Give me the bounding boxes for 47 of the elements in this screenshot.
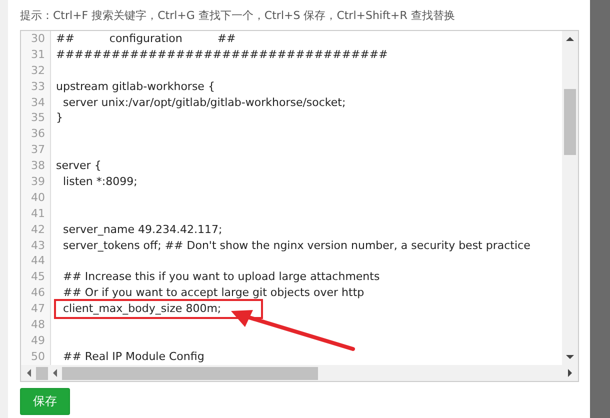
line-number: 48 (30, 317, 46, 333)
line-number: 47 (30, 301, 46, 318)
line-number: 32 (30, 62, 46, 79)
line-number: 49 (30, 332, 46, 349)
scroll-right-icon[interactable] (566, 368, 574, 378)
vertical-scrollbar[interactable] (562, 31, 578, 365)
horizontal-scrollbar[interactable] (21, 365, 578, 381)
scrollbar-thumb[interactable] (564, 89, 576, 155)
line-number: 44 (30, 253, 46, 270)
code-line: client_max_body_size 800m; (56, 301, 262, 318)
scrollbar-thumb[interactable] (36, 366, 48, 380)
line-number: 36 (30, 126, 46, 142)
line-number: 46 (30, 285, 46, 302)
scroll-left-icon[interactable] (51, 368, 59, 378)
line-number: 40 (30, 190, 46, 206)
line-number: 45 (30, 269, 46, 286)
line-number: 50 (30, 348, 46, 365)
line-number: 31 (30, 46, 46, 63)
code-line: server_name 49.234.42.117; (62, 222, 222, 238)
code-line: server unix:/var/opt/gitlab/gitlab-workhorse/socket; (62, 94, 346, 110)
hint-text: 提示：Ctrl+F 搜索关键字，Ctrl+G 查找下一个，Ctrl+S 保存，Ctrl+Shift+R 查找替换 (20, 8, 456, 24)
scrollbar-thumb[interactable] (62, 366, 318, 380)
line-number: 35 (30, 110, 46, 126)
line-number: 37 (30, 142, 46, 158)
line-number: 43 (30, 238, 46, 254)
line-number: 33 (30, 78, 46, 95)
code-line: server_tokens off; ## Don't show the nginx version number, a security best practice (62, 238, 530, 254)
scroll-down-icon[interactable] (565, 353, 575, 361)
line-number: 30 (30, 31, 46, 47)
line-number: 38 (30, 158, 46, 174)
code-line: server { (56, 158, 102, 174)
code-line: ## Or if you want to accept large git objects over http (62, 285, 364, 302)
code-line: ## Increase this if you want to upload large attachments (62, 269, 380, 286)
code-line: #################################### (56, 46, 388, 63)
line-number: 41 (30, 206, 46, 222)
scroll-left-icon[interactable] (25, 368, 33, 378)
scroll-up-icon[interactable] (565, 35, 575, 43)
code-line: listen *:8099; (62, 174, 138, 190)
code-editor[interactable] (20, 30, 579, 382)
code-line: ## configuration ## (56, 31, 236, 47)
line-number: 34 (30, 94, 46, 110)
code-line: upstream gitlab-workhorse { (56, 78, 215, 95)
code-line: } (56, 110, 63, 126)
code-line: ## Real IP Module Config (62, 348, 204, 365)
line-number: 42 (30, 222, 46, 238)
line-number: 39 (30, 174, 46, 190)
save-button[interactable]: 保存 (20, 388, 70, 415)
